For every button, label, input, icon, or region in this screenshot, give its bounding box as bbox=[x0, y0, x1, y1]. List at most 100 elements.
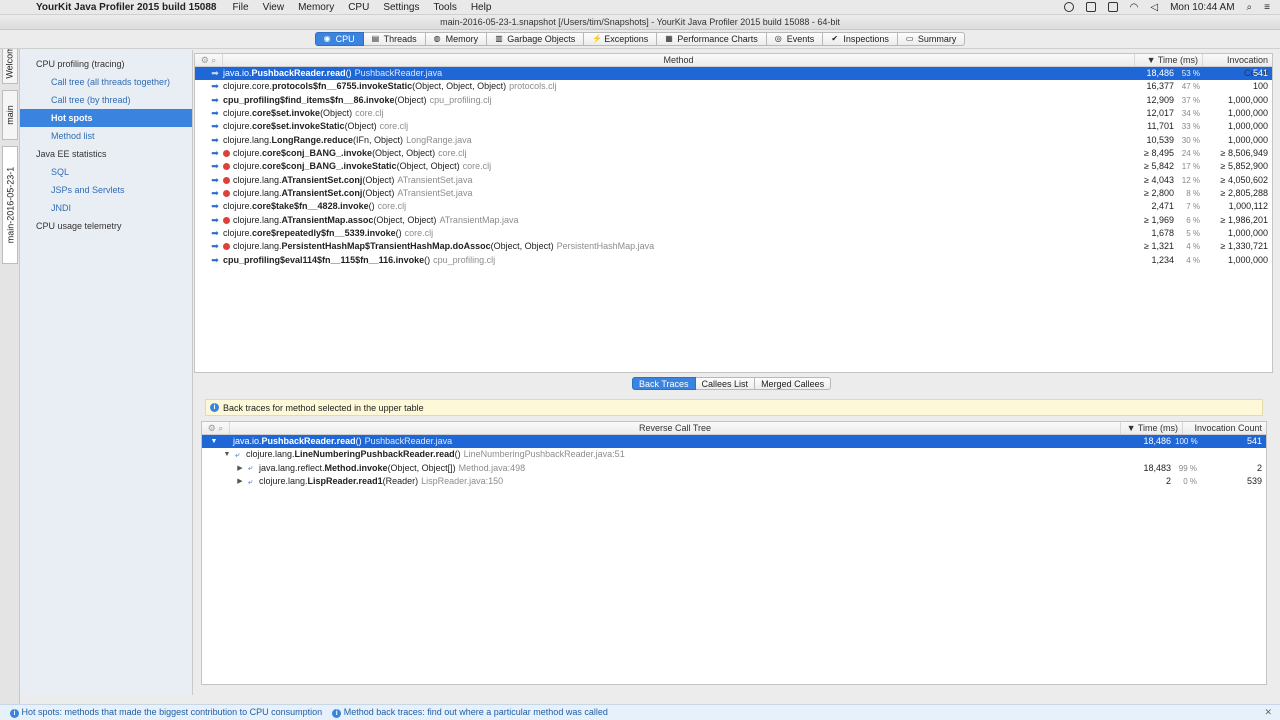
window-icon[interactable] bbox=[1085, 2, 1096, 12]
sidebar-item-jsps-and-servlets[interactable]: JSPs and Servlets bbox=[20, 181, 192, 199]
menu-help[interactable]: Help bbox=[471, 2, 492, 13]
sidebar-item-java-ee-statistics[interactable]: Java EE statistics bbox=[20, 145, 192, 163]
tab-summary[interactable]: ▭ Summary bbox=[897, 32, 966, 46]
search-icon[interactable]: ⌕ bbox=[1247, 2, 1253, 13]
tree-row[interactable]: ▶ ⤶ clojure.lang.LispReader.read1(Reader) L… bbox=[202, 475, 1266, 488]
cell-method: ➡ clojure.lang.LongRange.reduce(IFn, Obje… bbox=[195, 134, 1120, 147]
table-row[interactable]: ➡ clojure.core$set.invoke(Object) core.clj… bbox=[195, 107, 1272, 120]
table-row[interactable]: ➡ clojure.core$repeatedly$fn__5339.invoke… bbox=[195, 227, 1272, 240]
tab-callees-list[interactable]: Callees List bbox=[695, 377, 756, 390]
tab-threads[interactable]: ▤ Threads bbox=[363, 32, 426, 46]
table-row[interactable]: ➡ cpu_profiling$find_items$fn__86.invoke(… bbox=[195, 94, 1272, 107]
tab-exceptions[interactable]: ⚡ Exceptions bbox=[584, 32, 658, 46]
method-location: ATransientSet.java bbox=[397, 187, 473, 198]
cell-time bbox=[1117, 448, 1175, 461]
sidebar-item-call-tree-all-threads-together[interactable]: Call tree (all threads together) bbox=[20, 73, 192, 91]
table-row[interactable]: ➡ java.io.PushbackReader.read() PushbackRe… bbox=[195, 67, 1272, 81]
cell-invocations: ≥ 8,506,949 bbox=[1220, 147, 1268, 158]
menu-file[interactable]: File bbox=[232, 2, 248, 13]
table-row[interactable]: ➡ clojure.core$set.invokeStatic(Object) co… bbox=[195, 120, 1272, 133]
header-settings-icon[interactable]: ⚙ ⌕ bbox=[195, 54, 223, 66]
sidebar-item-sql[interactable]: SQL bbox=[20, 163, 192, 181]
cell-time: 2 bbox=[1165, 475, 1171, 486]
menu-memory[interactable]: Memory bbox=[298, 2, 334, 13]
table-row[interactable]: ➡ clojure.core$conj_BANG_.invoke(Object, … bbox=[195, 147, 1272, 160]
column-tree-time[interactable]: ▼ Time (ms) bbox=[1121, 422, 1183, 434]
expanded-icon[interactable]: ▼ bbox=[209, 435, 219, 448]
table-row[interactable]: ➡ clojure.core$take$fn__4828.invoke() core… bbox=[195, 200, 1272, 213]
cell-invocations: 1,000,000 bbox=[1227, 227, 1268, 238]
collapsed-icon[interactable]: ▶ bbox=[235, 475, 245, 488]
call-arrow-icon: ➡ bbox=[211, 134, 219, 145]
tree-row[interactable]: ▼ ⤶ java.io.PushbackReader.read() PushbackR… bbox=[202, 435, 1266, 449]
wifi-icon[interactable]: ◠ bbox=[1130, 2, 1139, 13]
cell-invocations: 541 bbox=[1246, 436, 1262, 446]
tab-cpu[interactable]: ◉ CPU bbox=[314, 32, 364, 46]
table-row[interactable]: ➡ clojure.core$conj_BANG_.invokeStatic(Ob… bbox=[195, 160, 1272, 173]
menu-tools[interactable]: Tools bbox=[433, 2, 456, 13]
method-signature: clojure.lang.PersistentHashMap$Transient… bbox=[233, 240, 554, 253]
method-name: core$conj_BANG_.invoke bbox=[262, 147, 373, 158]
method-name: ATransientMap.assoc bbox=[281, 214, 374, 225]
column-time[interactable]: ▼ Time (ms) bbox=[1135, 54, 1203, 66]
method-package: java.io. bbox=[223, 68, 252, 78]
column-reverse-call-tree[interactable]: Reverse Call Tree bbox=[230, 422, 1121, 434]
cell-method: ➡ java.io.PushbackReader.read() PushbackRe… bbox=[195, 67, 1120, 80]
tab-performance-charts[interactable]: ▦ Performance Charts bbox=[657, 32, 767, 46]
tab-merged-callees[interactable]: Merged Callees bbox=[755, 377, 832, 390]
tab-garbage-objects[interactable]: ▥ Garbage Objects bbox=[487, 32, 585, 46]
sidebar-item-call-tree-by-thread[interactable]: Call tree (by thread) bbox=[20, 91, 192, 109]
method-args: (Object) bbox=[344, 121, 377, 132]
tree-row[interactable]: ▶ ⤶ java.lang.reflect.Method.invoke(Object… bbox=[202, 462, 1266, 475]
column-method[interactable]: Method bbox=[223, 54, 1135, 66]
cell-method: ➡ clojure.core$repeatedly$fn__5339.invoke… bbox=[195, 227, 1120, 240]
status-hint-backtraces[interactable]: i Method back traces: find out where a p… bbox=[332, 707, 608, 718]
collapsed-icon[interactable]: ▶ bbox=[235, 462, 245, 475]
airplay-icon[interactable] bbox=[1107, 2, 1118, 12]
tab-memory[interactable]: ◍ Memory bbox=[425, 32, 488, 46]
tab-events[interactable]: ◎ Events bbox=[766, 32, 824, 46]
table-row[interactable]: ➡ cpu_profiling$eval114$fn__115$fn__116.i… bbox=[195, 254, 1272, 267]
table-row[interactable]: ➡ clojure.lang.ATransientSet.conj(Object)… bbox=[195, 174, 1272, 187]
column-invocations[interactable]: Invocation Count bbox=[1203, 54, 1272, 78]
app-name-menu[interactable]: YourKit Java Profiler 2015 build 15088 bbox=[36, 2, 216, 13]
table-row[interactable]: ➡ clojure.lang.PersistentHashMap$Transien… bbox=[195, 240, 1272, 253]
sidebar-item-hot-spots[interactable]: Hot spots bbox=[20, 109, 192, 127]
cell-percent: 7 % bbox=[1186, 202, 1200, 212]
lower-view-tabs: Back Traces Callees List Merged Callees bbox=[632, 377, 832, 390]
table-row[interactable]: ➡ clojure.lang.LongRange.reduce(IFn, Obje… bbox=[195, 134, 1272, 147]
method-name: Method.invoke bbox=[324, 462, 388, 473]
call-arrow-icon: ➡ bbox=[211, 81, 219, 92]
tree-row[interactable]: ▼ ⤶ clojure.lang.LineNumberingPushbackRead… bbox=[202, 448, 1266, 461]
vtab-main[interactable]: main bbox=[2, 90, 18, 140]
sidebar-item-method-list[interactable]: Method list bbox=[20, 127, 192, 145]
clock[interactable]: Mon 10:44 AM bbox=[1170, 2, 1234, 13]
menu-view[interactable]: View bbox=[263, 2, 285, 13]
menu-settings[interactable]: Settings bbox=[383, 2, 419, 13]
list-icon[interactable]: ≡ bbox=[1264, 2, 1270, 13]
tab-back-traces[interactable]: Back Traces bbox=[632, 377, 696, 390]
close-icon[interactable]: ✕ bbox=[1264, 707, 1272, 718]
expanded-icon[interactable]: ▼ bbox=[222, 448, 232, 461]
method-package: clojure.core. bbox=[223, 81, 273, 92]
table-row[interactable]: ➡ clojure.lang.ATransientMap.assoc(Object… bbox=[195, 214, 1272, 227]
method-location: PushbackReader.java bbox=[364, 436, 453, 446]
column-tree-invocations[interactable]: Invocation Count bbox=[1183, 422, 1266, 434]
sidebar-item-jndi[interactable]: JNDI bbox=[20, 199, 192, 217]
sidebar-item-cpu-profiling-tracing[interactable]: CPU profiling (tracing) bbox=[20, 55, 192, 73]
cell-method: ▼ ⤶ java.io.PushbackReader.read() PushbackR… bbox=[202, 435, 1117, 448]
method-signature: clojure.lang.LineNumberingPushbackReader… bbox=[246, 448, 461, 461]
status-hint-hotspots[interactable]: i Hot spots: methods that made the bigge… bbox=[10, 707, 322, 718]
sidebar-item-cpu-usage-telemetry[interactable]: CPU usage telemetry bbox=[20, 217, 192, 235]
tree-settings-icon[interactable]: ⚙ ⌕ bbox=[202, 422, 230, 434]
menu-cpu[interactable]: CPU bbox=[348, 2, 369, 13]
record-icon[interactable] bbox=[1063, 2, 1074, 12]
vtab-snapshot[interactable]: main-2016-05-23-1 bbox=[2, 146, 18, 264]
garbage-icon: ▥ bbox=[495, 34, 503, 43]
cell-time: 18,486 bbox=[1146, 68, 1174, 78]
volume-icon[interactable]: ◁ bbox=[1150, 2, 1158, 13]
table-row[interactable]: ➡ clojure.lang.ATransientSet.conj(Object)… bbox=[195, 187, 1272, 200]
table-row[interactable]: ➡ clojure.core.protocols$fn__6755.invokeS… bbox=[195, 80, 1272, 93]
tab-inspections[interactable]: ✔ Inspections bbox=[823, 32, 898, 46]
cell-method: ➡ clojure.core$take$fn__4828.invoke() core… bbox=[195, 200, 1120, 213]
